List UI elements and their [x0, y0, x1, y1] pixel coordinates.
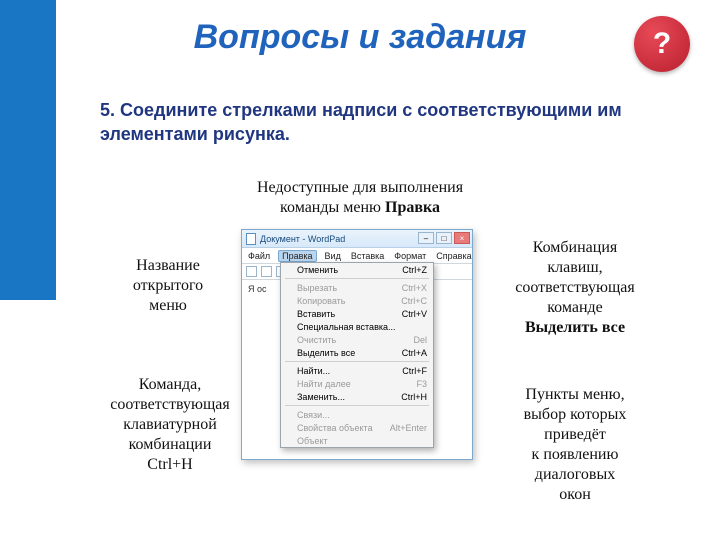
label-left-ctrl-h: Команда, соответствующая клавиатурной ко… [100, 375, 240, 475]
task-body: Соедините стрелками надписи с соответств… [100, 100, 622, 144]
menu-item-label: Вырезать [297, 283, 337, 293]
page-title: Вопросы и задания [0, 18, 720, 57]
menu-item-shortcut: Ctrl+V [402, 309, 427, 319]
close-button[interactable]: × [454, 232, 470, 244]
menu-item-shortcut: Ctrl+Z [402, 265, 427, 275]
menu-file[interactable]: Файл [246, 251, 272, 261]
menu-item-label: Найти... [297, 366, 330, 376]
label-left-menu-name: Название открытого меню [113, 256, 223, 316]
document-text: Я ос [248, 284, 267, 294]
window-title: Документ - WordPad [260, 234, 345, 244]
menu-item: Вырезать Ctrl+X [281, 281, 433, 294]
menu-insert[interactable]: Вставка [349, 251, 386, 261]
menu-item-label: Объект [297, 436, 328, 446]
menu-item-shortcut: Alt+Enter [390, 423, 427, 433]
menu-item: Связи... [281, 408, 433, 421]
menu-item-shortcut: Ctrl+X [402, 283, 427, 293]
minimize-button[interactable]: – [418, 232, 434, 244]
menu-item-label: Найти далее [297, 379, 351, 389]
menu-item-shortcut: F3 [416, 379, 427, 389]
maximize-button[interactable]: □ [436, 232, 452, 244]
menu-format[interactable]: Формат [392, 251, 428, 261]
menu-item-label: Связи... [297, 410, 330, 420]
menu-item-shortcut: Ctrl+A [402, 348, 427, 358]
wordpad-window: Документ - WordPad – □ × Файл Правка Вид… [241, 229, 473, 460]
question-mark-icon: ? [653, 27, 671, 61]
menu-help[interactable]: Справка [434, 251, 473, 261]
menu-item-label: Свойства объекта [297, 423, 373, 433]
menu-separator [285, 361, 429, 362]
menu-item[interactable]: Отменить Ctrl+Z [281, 263, 433, 276]
task-text: 5. Соедините стрелками надписи с соответ… [100, 98, 660, 147]
menu-view[interactable]: Вид [323, 251, 343, 261]
menu-item: Объект [281, 434, 433, 447]
menu-item-label: Очистить [297, 335, 336, 345]
menu-item-shortcut: Ctrl+F [402, 366, 427, 376]
menu-item-label: Отменить [297, 265, 338, 275]
menu-item-shortcut: Ctrl+H [401, 392, 427, 402]
open-icon[interactable] [261, 266, 272, 277]
menu-item-shortcut: Del [413, 335, 427, 345]
menu-item-label: Копировать [297, 296, 345, 306]
menu-item[interactable]: Специальная вставка... [281, 320, 433, 333]
menu-item: Найти далее F3 [281, 377, 433, 390]
menu-item: Свойства объекта Alt+Enter [281, 421, 433, 434]
menu-separator [285, 405, 429, 406]
question-badge: ? [634, 16, 690, 72]
label-right-dialog-items: Пункты меню, выбор которых приведёт к по… [505, 385, 645, 505]
label-right-select-all: Комбинация клавиш, соответствующая коман… [500, 238, 650, 338]
menu-item[interactable]: Заменить... Ctrl+H [281, 390, 433, 403]
menu-item: Копировать Ctrl+C [281, 294, 433, 307]
menu-item-label: Заменить... [297, 392, 345, 402]
titlebar: Документ - WordPad – □ × [242, 230, 472, 248]
menu-pravka[interactable]: Правка [278, 250, 316, 262]
menu-item-label: Выделить все [297, 348, 355, 358]
document-icon [246, 233, 256, 245]
pravka-dropdown: Отменить Ctrl+Z Вырезать Ctrl+X Копировать Ct… [280, 262, 434, 448]
menu-item[interactable]: Выделить все Ctrl+A [281, 346, 433, 359]
menu-item: Очистить Del [281, 333, 433, 346]
menu-item-shortcut: Ctrl+C [401, 296, 427, 306]
menu-item[interactable]: Найти... Ctrl+F [281, 364, 433, 377]
new-doc-icon[interactable] [246, 266, 257, 277]
menu-item[interactable]: Вставить Ctrl+V [281, 307, 433, 320]
label-top: Недоступные для выполнения команды меню … [230, 178, 490, 218]
menu-item-label: Специальная вставка... [297, 322, 396, 332]
menu-separator [285, 278, 429, 279]
menu-item-label: Вставить [297, 309, 335, 319]
task-number: 5. [100, 100, 115, 120]
